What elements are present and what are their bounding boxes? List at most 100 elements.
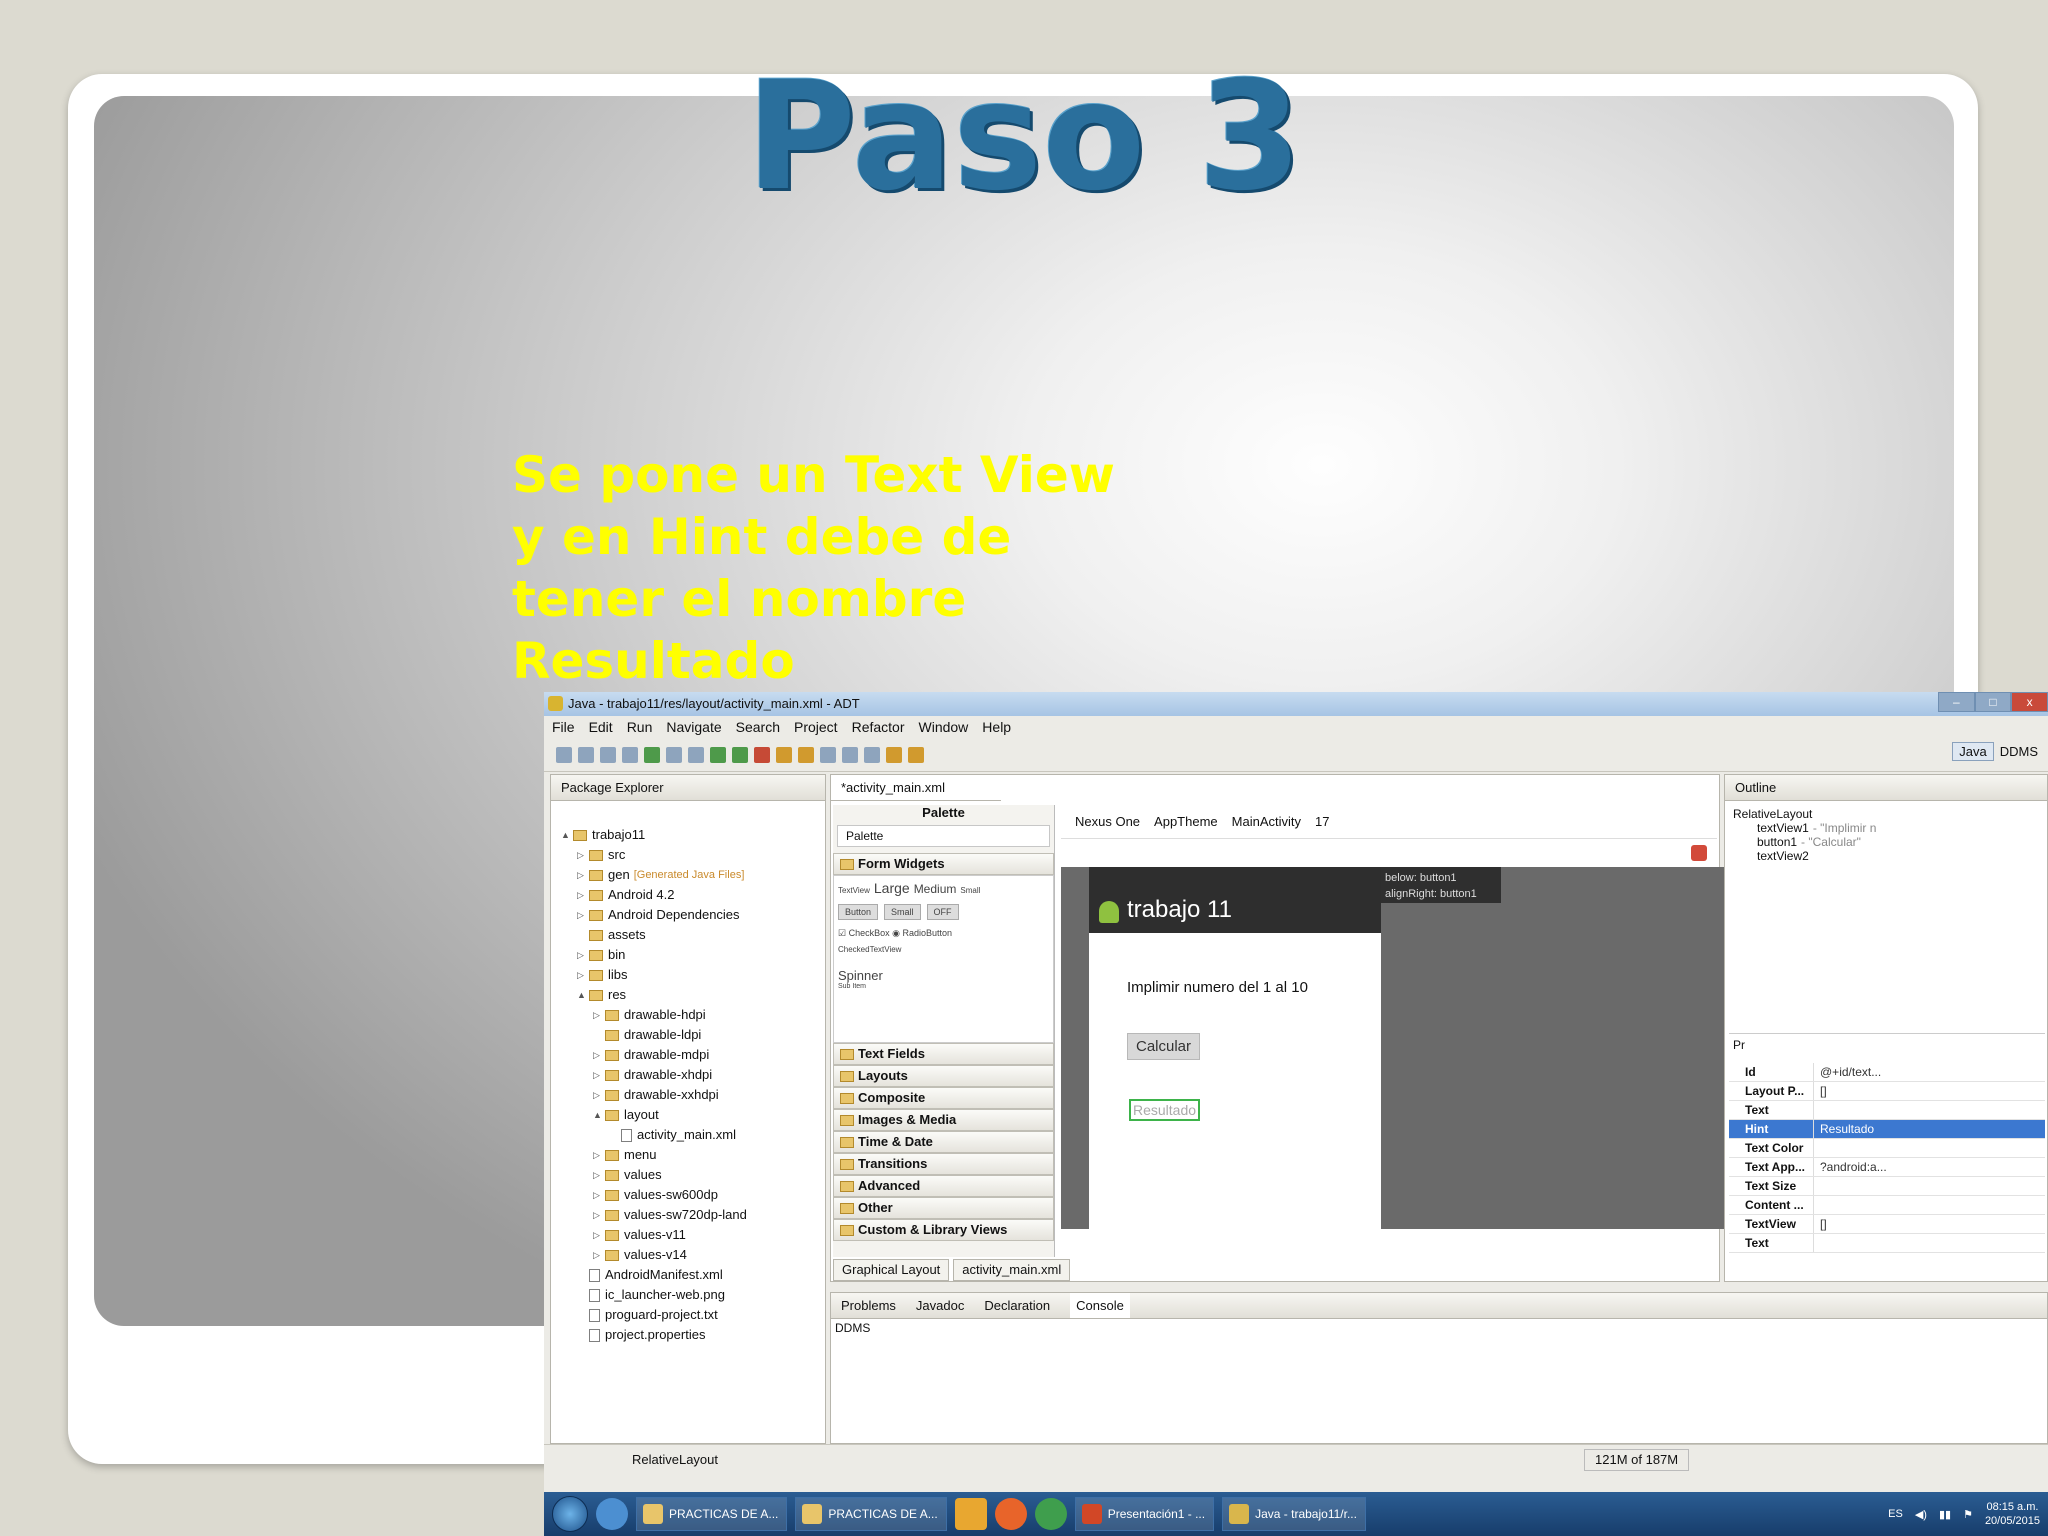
outline-item[interactable]: button1- "Calcular"	[1733, 835, 2039, 849]
palette-category[interactable]: Composite	[833, 1087, 1054, 1109]
tree-item[interactable]: ▷ values-v11	[551, 1225, 825, 1245]
chrome-icon[interactable]	[1034, 1498, 1067, 1530]
minimize-button[interactable]: –	[1938, 692, 1975, 712]
menu-project[interactable]: Project	[794, 716, 838, 738]
calcular-button-preview[interactable]: Calcular	[1127, 1033, 1201, 1060]
expand-toggle-icon[interactable]: ▷	[577, 965, 589, 985]
avd-manager-icon[interactable]	[666, 746, 682, 763]
menu-help[interactable]: Help	[982, 716, 1011, 738]
expand-toggle-icon[interactable]: ▷	[577, 845, 589, 865]
widget-textview[interactable]: TextView	[838, 886, 870, 895]
expand-toggle-icon[interactable]: ▷	[593, 1205, 605, 1225]
property-row[interactable]: Text	[1729, 1101, 2045, 1120]
outline-root[interactable]: RelativeLayout	[1733, 807, 2039, 821]
expand-toggle-icon[interactable]: ▲	[577, 985, 589, 1005]
save-icon[interactable]	[578, 746, 594, 763]
tab-javadoc[interactable]: Javadoc	[916, 1293, 964, 1318]
tree-item[interactable]: proguard-project.txt	[551, 1305, 825, 1325]
tree-item[interactable]: ▷ values-v14	[551, 1245, 825, 1265]
tab-console[interactable]: Console	[1070, 1293, 1130, 1318]
palette-category[interactable]: Layouts	[833, 1065, 1054, 1087]
activity-selector[interactable]: MainActivity	[1232, 814, 1301, 829]
widget-small-text[interactable]: Small	[960, 886, 980, 895]
java-perspective-button[interactable]: Java	[1952, 742, 1994, 761]
palette-category[interactable]: Time & Date	[833, 1131, 1054, 1153]
tree-item[interactable]: ▷ gen [Generated Java Files]	[551, 865, 825, 885]
property-value[interactable]: ?android:a...	[1813, 1158, 2045, 1176]
expand-toggle-icon[interactable]: ▷	[577, 905, 589, 925]
taskbar-item[interactable]: Java - trabajo11/r...	[1222, 1497, 1366, 1531]
expand-toggle-icon[interactable]: ▷	[593, 1005, 605, 1025]
property-value[interactable]: @+id/text...	[1813, 1063, 2045, 1081]
taskbar-item[interactable]: PRACTICAS DE A...	[795, 1497, 947, 1531]
expand-toggle-icon[interactable]: ▷	[593, 1165, 605, 1185]
tree-item[interactable]: ▷ libs	[551, 965, 825, 985]
start-button[interactable]	[552, 1496, 588, 1532]
new-icon[interactable]	[556, 746, 572, 763]
tree-item[interactable]: ▲ layout	[551, 1105, 825, 1125]
expand-toggle-icon[interactable]: ▷	[577, 885, 589, 905]
device-selector[interactable]: Nexus One	[1075, 814, 1140, 829]
tree-item[interactable]: drawable-ldpi	[551, 1025, 825, 1045]
property-value[interactable]	[1813, 1234, 2045, 1252]
print-icon[interactable]	[622, 746, 638, 763]
tree-item[interactable]: ▷ Android 4.2	[551, 885, 825, 905]
outline-item[interactable]: textView2	[1733, 849, 2039, 863]
external-tools-icon[interactable]	[754, 746, 770, 763]
widget-medium-text[interactable]: Medium	[914, 882, 957, 896]
tree-item[interactable]: ▷ drawable-xhdpi	[551, 1065, 825, 1085]
taskbar-item[interactable]: PRACTICAS DE A...	[636, 1497, 788, 1531]
forward-arrow-icon[interactable]	[908, 746, 924, 763]
tab-outline[interactable]: Outline	[1725, 775, 2047, 801]
open-type-icon[interactable]	[820, 746, 836, 763]
expand-toggle-icon[interactable]: ▷	[577, 945, 589, 965]
property-value[interactable]: []	[1813, 1215, 2045, 1233]
widget-checkbox-radio[interactable]: ☑ CheckBox ◉ RadioButton	[838, 928, 1049, 939]
tab-package-explorer[interactable]: Package Explorer	[551, 775, 825, 801]
tab-activity-main[interactable]: *activity_main.xml	[831, 775, 1001, 801]
palette-dropdown[interactable]: Palette	[837, 825, 1050, 847]
palette-form-widgets[interactable]: Form Widgets	[833, 853, 1054, 875]
property-value[interactable]	[1813, 1177, 2045, 1195]
property-value[interactable]: []	[1813, 1082, 2045, 1100]
expand-toggle-icon[interactable]: ▷	[593, 1145, 605, 1165]
resultado-textview-selected[interactable]: Resultado	[1129, 1099, 1201, 1121]
maximize-button[interactable]: □	[1974, 692, 2012, 712]
tree-item[interactable]: ▷ Android Dependencies	[551, 905, 825, 925]
menu-navigate[interactable]: Navigate	[666, 716, 721, 738]
expand-toggle-icon[interactable]: ▷	[577, 865, 589, 885]
menu-file[interactable]: File	[552, 716, 575, 738]
tree-item[interactable]: assets	[551, 925, 825, 945]
volume-icon[interactable]: ◀)	[1915, 1508, 1927, 1521]
property-value[interactable]	[1813, 1196, 2045, 1214]
widget-checked-textview[interactable]: CheckedTextView	[838, 945, 1049, 954]
tab-declaration[interactable]: Declaration	[984, 1293, 1050, 1318]
save-all-icon[interactable]	[600, 746, 616, 763]
expand-toggle-icon[interactable]: ▲	[561, 825, 573, 845]
language-indicator[interactable]: ES	[1888, 1508, 1903, 1520]
expand-toggle-icon[interactable]: ▷	[593, 1085, 605, 1105]
back-arrow-icon[interactable]	[886, 746, 902, 763]
property-row[interactable]: Text Color	[1729, 1139, 2045, 1158]
menu-window[interactable]: Window	[919, 716, 969, 738]
new-package-icon[interactable]	[776, 746, 792, 763]
tree-item[interactable]: ▷ drawable-mdpi	[551, 1045, 825, 1065]
tree-item[interactable]: ▲ res	[551, 985, 825, 1005]
layout-canvas[interactable]: trabajo 11 Implimir numero del 1 al 10 C…	[1061, 867, 1839, 1229]
tree-item[interactable]: ▷ values-sw600dp	[551, 1185, 825, 1205]
ddms-perspective-button[interactable]: DDMS	[2000, 744, 2038, 759]
property-row[interactable]: TextView []	[1729, 1215, 2045, 1234]
tree-item[interactable]: ▷ drawable-xxhdpi	[551, 1085, 825, 1105]
tree-item[interactable]: AndroidManifest.xml	[551, 1265, 825, 1285]
flag-icon[interactable]: ⚑	[1963, 1508, 1973, 1521]
property-row[interactable]: Content ...	[1729, 1196, 2045, 1215]
tab-problems[interactable]: Problems	[841, 1293, 896, 1318]
pin-icon[interactable]	[864, 746, 880, 763]
error-indicator-icon[interactable]	[1691, 845, 1707, 861]
theme-selector[interactable]: AppTheme	[1154, 814, 1218, 829]
palette-category[interactable]: Images & Media	[833, 1109, 1054, 1131]
android-sdk-manager-icon[interactable]	[644, 746, 660, 763]
widget-large-text[interactable]: Large	[874, 880, 910, 896]
menu-refactor[interactable]: Refactor	[852, 716, 905, 738]
expand-toggle-icon[interactable]: ▷	[593, 1045, 605, 1065]
